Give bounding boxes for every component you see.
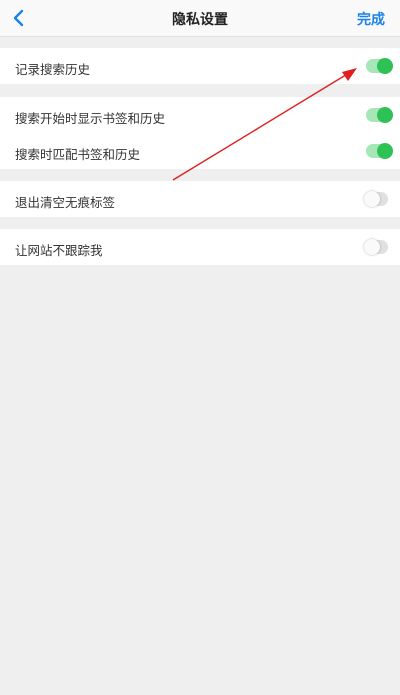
do-not-track-toggle[interactable] (364, 239, 388, 255)
setting-label: 记录搜索历史 (15, 62, 91, 77)
toggle-knob (377, 58, 393, 74)
done-button[interactable]: 完成 (357, 9, 385, 29)
show-bookmarks-on-start-toggle[interactable] (366, 107, 393, 123)
settings-group-search: 搜索开始时显示书签和历史 搜索时匹配书签和历史 (0, 97, 400, 169)
setting-row-record-search-history: 记录搜索历史 (0, 48, 400, 84)
setting-label: 退出清空无痕标签 (15, 195, 116, 210)
setting-label: 让网站不跟踪我 (15, 243, 103, 258)
clear-incognito-toggle[interactable] (364, 191, 388, 207)
setting-label: 搜索开始时显示书签和历史 (15, 111, 166, 126)
toggle-knob (377, 107, 393, 123)
setting-row-clear-incognito: 退出清空无痕标签 (0, 181, 400, 217)
toggle-knob (364, 191, 380, 207)
settings-group-history: 记录搜索历史 (0, 48, 400, 84)
toggle-knob (377, 143, 393, 159)
setting-row-do-not-track: 让网站不跟踪我 (0, 229, 400, 265)
setting-row-show-bookmarks-on-start: 搜索开始时显示书签和历史 (0, 97, 400, 133)
record-search-history-toggle[interactable] (366, 58, 393, 74)
match-bookmarks-toggle[interactable] (366, 143, 393, 159)
settings-group-tracking: 让网站不跟踪我 (0, 229, 400, 265)
setting-row-match-bookmarks: 搜索时匹配书签和历史 (0, 133, 400, 169)
toggle-knob (364, 239, 380, 255)
nav-bar: 隐私设置 完成 (0, 0, 400, 37)
page-title: 隐私设置 (172, 12, 228, 28)
setting-label: 搜索时匹配书签和历史 (15, 147, 141, 162)
settings-group-incognito: 退出清空无痕标签 (0, 181, 400, 217)
